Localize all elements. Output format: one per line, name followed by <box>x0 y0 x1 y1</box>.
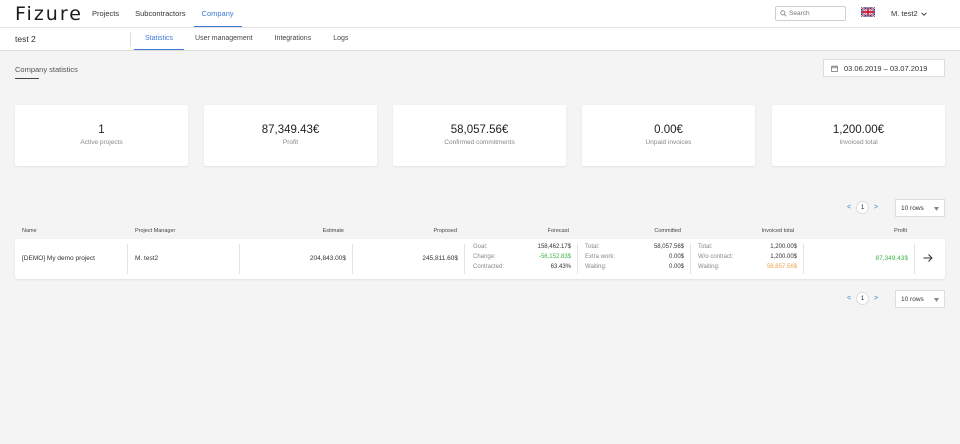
stat-label: Profit <box>282 139 299 146</box>
search-input[interactable] <box>789 10 844 17</box>
page-number[interactable]: 1 <box>856 201 869 214</box>
next-page-button[interactable]: > <box>869 295 883 302</box>
column-header-forecast[interactable]: Forecast <box>548 228 569 234</box>
search-box[interactable] <box>775 6 846 21</box>
stat-card-active-projects: 1 Active projects <box>15 105 188 166</box>
rows-per-page-value: 10 rows <box>901 204 924 212</box>
cell-divider <box>803 244 804 274</box>
top-bar: Fizure Projects Subcontractors Company M… <box>0 0 960 28</box>
rows-per-page-value: 10 rows <box>901 295 924 303</box>
forecast-goal-label: Goal: <box>473 244 488 250</box>
stat-value: 1 <box>98 124 105 136</box>
calendar-icon <box>831 64 838 72</box>
column-header-name[interactable]: Name <box>22 228 37 234</box>
main-nav: Projects Subcontractors Company <box>84 0 242 28</box>
estimate-value: 204,843.00$ <box>309 255 346 262</box>
prev-page-button[interactable]: < <box>842 204 856 211</box>
cell-divider <box>127 244 128 274</box>
forecast-goal-value: 158,462.17$ <box>537 244 571 250</box>
stat-label: Invoiced total <box>839 139 878 146</box>
stat-label: Confirmed commitments <box>444 139 515 146</box>
section-underline <box>15 78 39 79</box>
page-number[interactable]: 1 <box>856 292 869 305</box>
column-header-invoiced-total[interactable]: Invoiced total <box>762 228 794 234</box>
project-manager: M. test2 <box>135 255 159 262</box>
search-icon <box>780 10 787 17</box>
tab-logs[interactable]: Logs <box>322 28 359 50</box>
committed-total-value: 58,057.56$ <box>653 244 684 250</box>
nav-projects[interactable]: Projects <box>84 0 127 27</box>
column-header-profit[interactable]: Profit <box>894 228 907 234</box>
date-range-picker[interactable]: 03.06.2019 – 03.07.2019 <box>823 59 945 77</box>
user-name: M. test2 <box>891 9 918 18</box>
cell-divider <box>914 244 915 274</box>
stat-value: 58,057.56€ <box>450 124 509 136</box>
invoiced-wo-contract-label: W/o contract: <box>698 254 734 260</box>
column-header-committed[interactable]: Committed <box>654 228 681 234</box>
sub-bar: test 2 Statistics User management Integr… <box>0 28 960 51</box>
stat-value: 87,349.43€ <box>261 124 320 136</box>
column-header-estimate[interactable]: Estimate <box>323 228 344 234</box>
column-header-project-manager[interactable]: Project Manager <box>135 228 175 234</box>
rows-per-page-select[interactable]: 10 rows <box>895 199 945 217</box>
invoiced-waiting-value: 58,857.56$ <box>766 264 797 270</box>
invoiced-wo-contract-value: 1,200.00$ <box>770 254 797 260</box>
forecast-cell: Goal: 158,462.17$ Change: -56,152.83$ Co… <box>473 243 571 275</box>
prev-page-button[interactable]: < <box>842 295 856 302</box>
date-range-text: 03.06.2019 – 03.07.2019 <box>844 63 928 73</box>
pagination-top: < 1 > <box>842 201 883 214</box>
pagination-bottom: < 1 > <box>842 292 883 305</box>
proposed-value: 245,811.60$ <box>422 255 458 262</box>
company-tabs: Statistics User management Integrations … <box>134 28 359 51</box>
nav-company[interactable]: Company <box>193 0 242 27</box>
invoiced-total-value: 1,200.00$ <box>770 244 797 250</box>
profit-value: 87,349.43$ <box>875 255 908 262</box>
cell-divider <box>239 244 240 274</box>
stat-card-unpaid-invoices: 0.00€ Unpaid invoices <box>582 105 755 166</box>
column-header-proposed[interactable]: Proposed <box>433 228 457 234</box>
stat-card-profit: 87,349.43€ Profit <box>204 105 377 166</box>
forecast-contracted-label: Contracted: <box>473 264 505 270</box>
committed-extra-label: Extra work: <box>585 254 616 260</box>
section-title: Company statistics <box>15 65 78 74</box>
committed-total-label: Total: <box>585 244 600 250</box>
project-name[interactable]: [DEMO] My demo project <box>22 255 95 262</box>
cell-divider <box>690 244 691 274</box>
committed-waiting-label: Waiting: <box>585 264 607 270</box>
divider <box>130 32 131 47</box>
chevron-down-icon <box>920 11 927 16</box>
forecast-change-label: Change: <box>473 254 496 260</box>
tab-statistics[interactable]: Statistics <box>134 28 185 50</box>
forecast-change-value: -56,152.83$ <box>538 254 571 260</box>
invoiced-total-label: Total: <box>698 244 713 250</box>
stat-value: 1,200.00€ <box>832 124 885 136</box>
rows-per-page-select[interactable]: 10 rows <box>895 290 945 308</box>
committed-extra-value: 0.00$ <box>668 254 684 260</box>
committed-waiting-value: 0.00$ <box>668 264 684 270</box>
stat-card-invoiced-total: 1,200.00€ Invoiced total <box>772 105 945 166</box>
company-name: test 2 <box>15 34 36 44</box>
stat-label: Unpaid invoices <box>645 139 692 146</box>
arrow-right-icon[interactable] <box>923 253 933 263</box>
app-logo[interactable]: Fizure <box>15 3 83 25</box>
table-row[interactable]: [DEMO] My demo project M. test2 204,843.… <box>15 239 945 279</box>
committed-cell: Total: 58,057.56$ Extra work: 0.00$ Wait… <box>585 243 684 275</box>
stat-value: 0.00€ <box>654 124 683 136</box>
cell-divider <box>577 244 578 274</box>
next-page-button[interactable]: > <box>869 204 883 211</box>
caret-down-icon <box>934 207 939 211</box>
invoiced-cell: Total: 1,200.00$ W/o contract: 1,200.00$… <box>698 243 797 275</box>
tab-user-management[interactable]: User management <box>184 28 264 50</box>
caret-down-icon <box>934 298 939 302</box>
stat-card-confirmed-commitments: 58,057.56€ Confirmed commitments <box>393 105 566 166</box>
cell-divider <box>464 244 465 274</box>
forecast-contracted-value: 63.43% <box>550 264 571 270</box>
cell-divider <box>352 244 353 274</box>
user-menu[interactable]: M. test2 <box>891 9 927 18</box>
uk-flag-icon[interactable] <box>861 7 875 17</box>
nav-subcontractors[interactable]: Subcontractors <box>127 0 193 27</box>
invoiced-waiting-label: Waiting: <box>698 264 720 270</box>
tab-integrations[interactable]: Integrations <box>264 28 323 50</box>
stat-label: Active projects <box>80 139 123 146</box>
